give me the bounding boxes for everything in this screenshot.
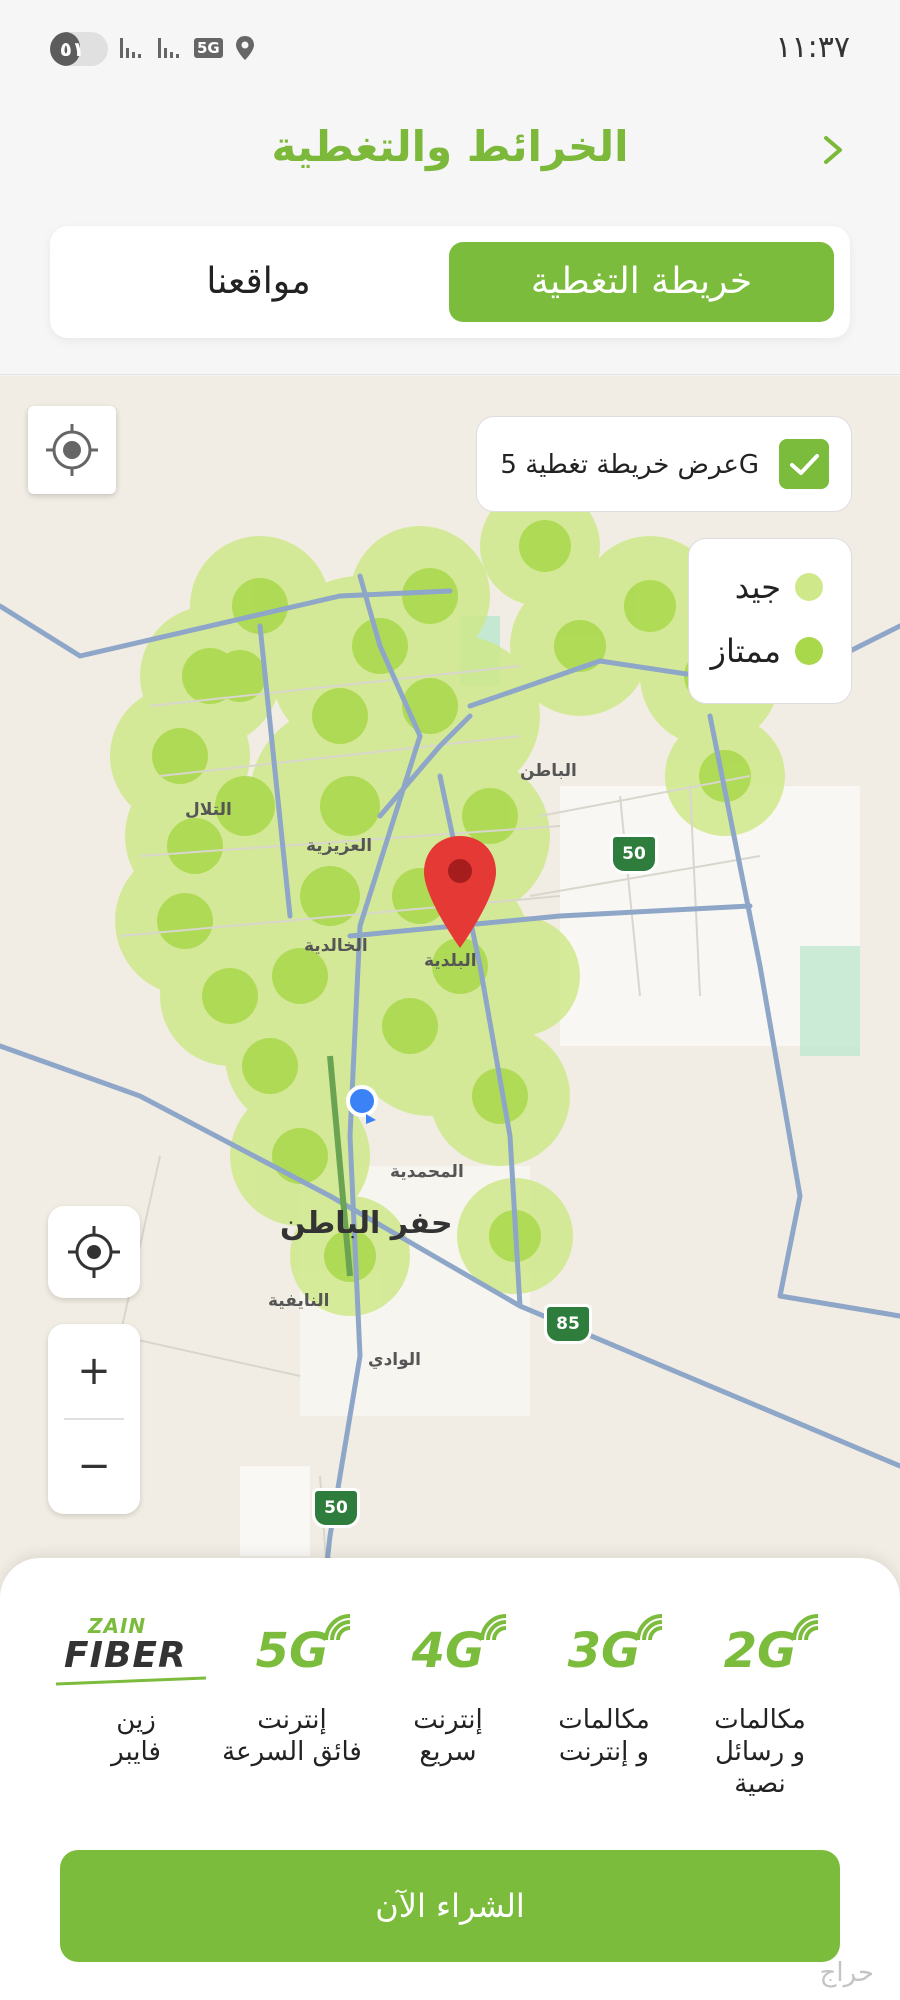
- network-badge: 4G: [368, 1614, 528, 1686]
- district-label: الخالدية: [304, 936, 368, 956]
- network-3g: 3G مكالمات و إنترنت: [524, 1614, 684, 1768]
- zain-fiber-logo: ZAIN FIBER: [56, 1616, 216, 1686]
- network-description: إنترنت فائق السرعة: [222, 1705, 362, 1767]
- road-shield: 85: [544, 1304, 592, 1344]
- network-code: 5G: [255, 1623, 329, 1679]
- zoom-controls: + −: [48, 1324, 140, 1514]
- target-icon: [68, 1226, 120, 1278]
- buy-now-button[interactable]: الشراء الآن: [60, 1850, 840, 1962]
- app-header: الخرائط والتغطية: [0, 100, 900, 210]
- legend-dot: [795, 637, 823, 665]
- zoom-out-button[interactable]: −: [48, 1419, 140, 1514]
- fiber-brand-text: FIBER: [64, 1635, 187, 1676]
- zain-brand-text: ZAIN: [88, 1614, 147, 1638]
- district-label: الباطن: [520, 761, 577, 781]
- district-label: النايفية: [268, 1291, 330, 1311]
- legend-dot: [795, 573, 823, 601]
- check-icon: [790, 454, 819, 475]
- district-label: البلدية: [424, 951, 477, 971]
- tabs-section: خريطة التغطية مواقعنا: [0, 210, 900, 375]
- road-shield: 50: [610, 834, 658, 874]
- district-label: المحمدية: [390, 1162, 464, 1182]
- network-description: مكالمات و رسائل نصية: [714, 1705, 806, 1799]
- network-code: 2G: [723, 1623, 797, 1679]
- legend-item-good: جيد: [735, 567, 823, 607]
- checkbox-5g[interactable]: [779, 439, 829, 489]
- district-label: العزيزية: [306, 836, 373, 856]
- network-zain-fiber: ZAIN FIBER زين فايبر: [56, 1616, 216, 1768]
- city-label: حفر الباطن: [280, 1206, 453, 1241]
- network-code: 4G: [411, 1623, 485, 1679]
- crosshair-icon: [46, 424, 98, 476]
- network-description: زين فايبر: [111, 1705, 161, 1767]
- district-label: التلال: [185, 800, 232, 820]
- bottom-sheet: 2G مكالمات و رسائل نصية 3G مكالمات و إنت…: [0, 1558, 900, 2000]
- my-location-button[interactable]: [28, 406, 116, 494]
- wifi-signal-icon: [636, 1614, 663, 1641]
- battery-percent: ٥١: [59, 37, 85, 61]
- user-location-dot: [346, 1085, 378, 1117]
- tab-bar: خريطة التغطية مواقعنا: [50, 226, 850, 338]
- legend-label: جيد: [734, 568, 781, 606]
- center-location-button[interactable]: [48, 1206, 140, 1298]
- legend-label: ممتاز: [710, 632, 782, 670]
- network-badge: 3G: [524, 1614, 684, 1686]
- watermark-logo: حراج: [819, 1958, 874, 1988]
- location-icon: [235, 36, 254, 60]
- legend-item-excellent: ممتاز: [710, 631, 823, 671]
- district-label: الوادي: [368, 1350, 422, 1370]
- chevron-right-icon[interactable]: [816, 130, 852, 170]
- network-4g: 4G إنترنت سريع: [368, 1614, 528, 1768]
- network-badge: 5G: [212, 1614, 372, 1686]
- zoom-in-button[interactable]: +: [48, 1324, 140, 1419]
- network-5g: 5G إنترنت فائق السرعة: [212, 1614, 372, 1768]
- coverage-legend: جيد ممتاز: [688, 538, 852, 704]
- clock: ١١:٣٧: [775, 30, 850, 65]
- toggle-5g-label: عرض خريطة تغطية 5G: [500, 450, 759, 480]
- fiber-swoosh-icon: [56, 1676, 206, 1686]
- network-code: 3G: [567, 1623, 641, 1679]
- signal-icon: [120, 38, 141, 58]
- network-description: مكالمات و إنترنت: [558, 1705, 650, 1767]
- status-icons: 5G: [118, 34, 257, 62]
- road-shield: 50: [312, 1488, 360, 1528]
- wifi-signal-icon: [792, 1614, 819, 1641]
- network-2g: 2G مكالمات و رسائل نصية: [680, 1614, 840, 1800]
- network-type-icon: 5G: [194, 38, 223, 58]
- show-5g-coverage-toggle[interactable]: عرض خريطة تغطية 5G: [476, 416, 852, 512]
- wifi-signal-icon: [324, 1614, 351, 1641]
- tab-our-locations[interactable]: مواقعنا: [66, 242, 451, 322]
- network-badge: 2G: [680, 1614, 840, 1686]
- signal-icon-2: [158, 38, 179, 58]
- page-title: الخرائط والتغطية: [271, 122, 629, 171]
- coverage-map[interactable]: التلال العزيزية الباطن الخالدية البلدية …: [0, 376, 900, 1626]
- network-description: إنترنت سريع: [413, 1705, 483, 1767]
- status-bar: ٥١ 5G ١١:٣٧: [0, 0, 900, 100]
- tab-coverage-map[interactable]: خريطة التغطية: [449, 242, 834, 322]
- battery-indicator: ٥١: [50, 32, 108, 66]
- wifi-signal-icon: [480, 1614, 507, 1641]
